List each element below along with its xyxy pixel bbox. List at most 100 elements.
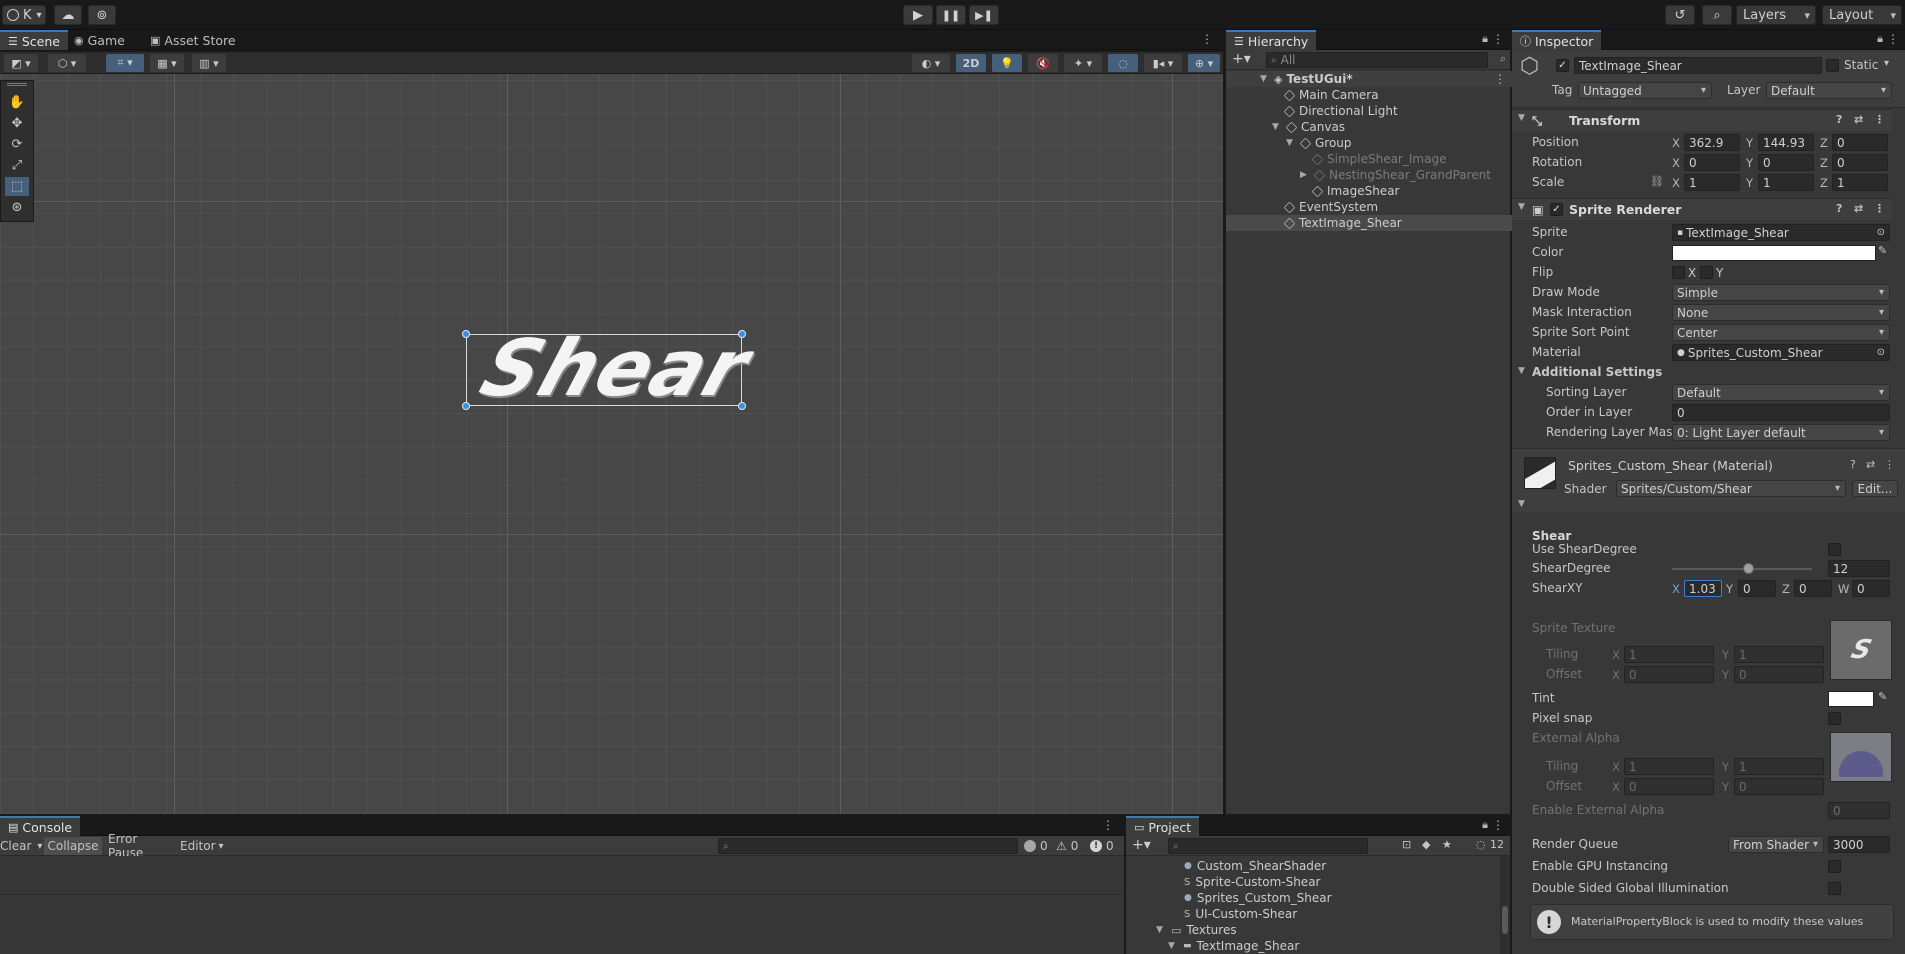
scale-tool[interactable]: ⤢ [5, 156, 29, 175]
eyedropper-icon[interactable]: ✎ [1878, 244, 1887, 257]
panel-menu-icon[interactable]: ⋮ [1887, 32, 1899, 46]
shear-sprite[interactable]: Shear [450, 324, 780, 414]
drag-handle[interactable] [7, 83, 27, 86]
tab-console[interactable]: ▤ Console [0, 816, 81, 836]
link-icon[interactable]: ⛓ [1650, 175, 1664, 188]
tab-scene[interactable]: ☰ Scene [0, 30, 68, 50]
render-queue-field[interactable]: 3000 [1828, 836, 1890, 853]
project-item-sprites-custom-shear[interactable]: ● Sprites_Custom_Shear [1184, 890, 1332, 906]
lock-icon[interactable]: 🔒︎ [1877, 32, 1883, 46]
project-scrollbar[interactable] [1500, 856, 1510, 954]
order-in-layer-field[interactable]: 0 [1672, 404, 1890, 421]
tab-asset-store[interactable]: ▣ Asset Store [142, 30, 244, 50]
camera-settings-button[interactable]: ▮◂ ▾ [1144, 54, 1182, 72]
shearxy-x-field[interactable]: 1.03 [1684, 580, 1722, 597]
editor-dropdown[interactable]: Editor ▾ [180, 837, 230, 855]
audio-toggle[interactable]: 🔇 [1028, 54, 1058, 72]
hand-tool[interactable]: ✋ [5, 93, 29, 112]
pixel-snap-checkbox[interactable] [1828, 712, 1841, 725]
position-z-field[interactable]: 0 [1832, 134, 1888, 151]
offset-y-field[interactable]: 0 [1734, 666, 1824, 683]
warning-count-toggle[interactable]: ⚠ 0 [1056, 837, 1078, 855]
layout-dropdown[interactable]: Layout [1822, 5, 1902, 25]
log-count-toggle[interactable]: 0 [1024, 837, 1048, 855]
rotation-z-field[interactable]: 0 [1832, 154, 1888, 171]
toggle-2d-button[interactable]: 2D [956, 54, 986, 72]
tag-dropdown[interactable]: Untagged [1578, 82, 1712, 99]
favorite-icon[interactable]: ★ [1442, 838, 1452, 851]
shear-degree-field[interactable]: 12 [1828, 560, 1890, 577]
hierarchy-item-eventsystem[interactable]: EventSystem [1226, 199, 1512, 215]
grid-settings-button[interactable]: ▦ ▾ [150, 54, 184, 72]
play-button[interactable]: ▶ [903, 5, 933, 25]
scale-z-field[interactable]: 1 [1832, 174, 1888, 191]
scene-root-row[interactable]: ▼ ◈ TestUGui* ⋮ [1226, 71, 1512, 87]
pause-button[interactable]: ❚❚ [936, 5, 966, 25]
rotate-tool[interactable]: ⟳ [5, 135, 29, 154]
double-sided-gi-checkbox[interactable] [1828, 882, 1841, 895]
material-object-field[interactable]: ● Sprites_Custom_Shear ⊙ [1672, 344, 1890, 361]
component-menu-icon[interactable]: ⋮ [1874, 202, 1885, 215]
console-log-list[interactable] [0, 856, 1124, 954]
project-item-sprite-custom-shear[interactable]: S Sprite-Custom-Shear [1184, 874, 1320, 890]
draw-mode-button[interactable]: ◩ ▾ [4, 54, 38, 72]
project-search-input[interactable]: ⌕ [1168, 838, 1368, 854]
shader-dropdown[interactable]: Sprites/Custom/Shear [1616, 480, 1846, 497]
sort-point-dropdown[interactable]: Center [1672, 324, 1890, 341]
object-picker-icon[interactable]: ⊙ [1877, 227, 1885, 238]
project-item-custom-shearshader[interactable]: ● Custom_ShearShader [1184, 858, 1326, 874]
rotation-y-field[interactable]: 0 [1758, 154, 1814, 171]
create-button[interactable]: +▾ [1232, 51, 1251, 67]
tab-inspector[interactable]: ⓘ Inspector [1512, 30, 1602, 50]
hierarchy-item-main-camera[interactable]: Main Camera [1226, 87, 1512, 103]
help-icon[interactable]: ? [1836, 202, 1842, 215]
effects-toggle[interactable]: ✦ ▾ [1064, 54, 1102, 72]
rotation-x-field[interactable]: 0 [1684, 154, 1740, 171]
shearxy-w-field[interactable]: 0 [1852, 580, 1890, 597]
eyedropper-icon[interactable]: ✎ [1878, 690, 1887, 703]
search-by-type-icon[interactable]: ⊡ [1402, 838, 1411, 851]
lighting-toggle[interactable]: 💡 [992, 54, 1022, 72]
scene-menu-icon[interactable]: ⋮ [1201, 32, 1213, 46]
tab-hierarchy[interactable]: ☰ Hierarchy [1226, 30, 1317, 50]
edit-shader-button[interactable]: Edit... [1852, 480, 1898, 497]
preset-icon[interactable]: ⇄ [1866, 458, 1875, 471]
component-menu-icon[interactable]: ⋮ [1884, 458, 1895, 471]
offset-y-field[interactable]: 0 [1734, 778, 1824, 795]
static-checkbox[interactable] [1826, 59, 1839, 72]
component-menu-icon[interactable]: ⋮ [1874, 113, 1885, 126]
static-dropdown-icon[interactable]: ▾ [1884, 58, 1889, 69]
console-search-input[interactable]: ⌕ [718, 838, 1018, 854]
position-y-field[interactable]: 144.93 [1758, 134, 1814, 151]
rendering-layer-mask-dropdown[interactable]: 0: Light Layer default [1672, 424, 1890, 441]
flip-x-checkbox[interactable] [1672, 266, 1685, 279]
tab-project[interactable]: ▭ Project [1126, 816, 1200, 836]
color-swatch[interactable] [1672, 245, 1876, 261]
cloud-button[interactable]: ☁ [54, 5, 82, 25]
hierarchy-item-group[interactable]: ▼ Group [1226, 135, 1512, 151]
project-item-ui-custom-shear[interactable]: S UI-Custom-Shear [1184, 906, 1297, 922]
gizmo-mode-button[interactable]: ⬡ ▾ [48, 54, 86, 72]
scale-x-field[interactable]: 1 [1684, 174, 1740, 191]
collab-button[interactable]: ⊚ [88, 5, 116, 25]
object-picker-icon[interactable]: ⊙ [1877, 347, 1885, 358]
hierarchy-item-directional-light[interactable]: Directional Light [1226, 103, 1512, 119]
layers-dropdown[interactable]: Layers [1736, 5, 1816, 25]
shear-degree-slider-thumb[interactable] [1743, 563, 1754, 574]
view-options-button[interactable]: ◐ ▾ [912, 54, 950, 72]
hierarchy-item-simpleshear-image[interactable]: SimpleShear_Image [1226, 151, 1512, 167]
render-queue-dropdown[interactable]: From Shader [1728, 836, 1824, 853]
preset-icon[interactable]: ⇄ [1854, 202, 1863, 215]
use-shear-degree-checkbox[interactable] [1828, 543, 1841, 556]
collapse-arrow-icon[interactable]: ▼ [1518, 499, 1525, 509]
panel-menu-icon[interactable]: ⋮ [1102, 818, 1114, 832]
clear-button[interactable]: Clear ▾ [0, 837, 42, 855]
lock-icon[interactable]: 🔒︎ [1482, 818, 1488, 832]
account-dropdown[interactable]: K ▾ [2, 5, 46, 25]
transform-tool[interactable]: ⊛ [5, 198, 29, 217]
panel-menu-icon[interactable]: ⋮ [1492, 32, 1504, 46]
hierarchy-item-imageshear[interactable]: ImageShear [1226, 183, 1512, 199]
draw-mode-dropdown[interactable]: Simple [1672, 284, 1890, 301]
additional-settings-row[interactable]: ▼ Additional Settings [1512, 364, 1892, 382]
sprite-renderer-header[interactable]: ▼ ▣ ✓ Sprite Renderer ? ⇄ ⋮ [1512, 198, 1892, 220]
